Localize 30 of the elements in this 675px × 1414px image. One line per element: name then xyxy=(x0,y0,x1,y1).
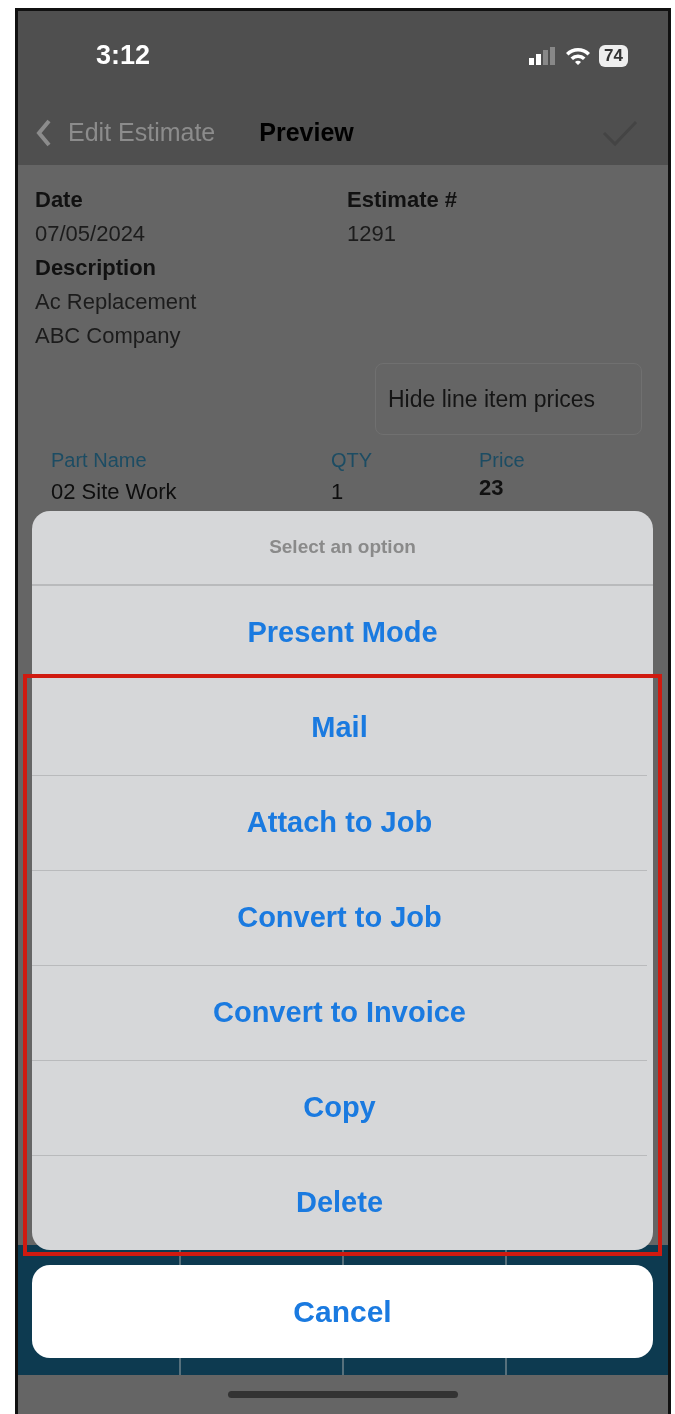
screen-title: Preview xyxy=(259,116,354,148)
field-value: 1291 xyxy=(347,220,397,248)
back-button[interactable]: Edit Estimate xyxy=(36,113,216,152)
option-button[interactable]: Delete xyxy=(32,1155,647,1250)
status-time: 3:12 xyxy=(96,39,151,73)
field-label: Description xyxy=(35,254,158,282)
option-button[interactable]: Present Mode xyxy=(32,585,653,680)
hide-prices-button[interactable]: Hide line item prices xyxy=(375,363,642,435)
field-label: Date xyxy=(35,186,84,214)
battery-level: 74 xyxy=(599,44,628,67)
description-line: ABC Company xyxy=(35,322,182,350)
signal-icon xyxy=(529,46,558,65)
option-button[interactable]: Mail xyxy=(32,680,647,775)
column-header: Price xyxy=(479,449,525,471)
table-cell: 23 xyxy=(479,475,504,500)
description-line: Ac Replacement xyxy=(35,288,198,316)
wifi-icon xyxy=(565,45,592,66)
option-button[interactable]: Copy xyxy=(32,1060,647,1155)
field-label: Estimate # xyxy=(347,186,458,214)
option-button[interactable]: Convert to Job xyxy=(32,870,647,965)
option-button[interactable]: Attach to Job xyxy=(32,775,647,870)
table-cell: 1 xyxy=(331,479,344,504)
table-cell: 02 Site Work xyxy=(51,479,177,504)
chevron-left-icon xyxy=(36,118,52,147)
option-button[interactable]: Convert to Invoice xyxy=(32,965,647,1060)
field-value: 07/05/2024 xyxy=(35,220,147,248)
column-header: QTY xyxy=(331,449,373,471)
column-header: Part Name xyxy=(51,449,147,471)
cancel-button[interactable]: Cancel xyxy=(32,1265,653,1358)
sheet-title: Select an option xyxy=(32,511,653,585)
